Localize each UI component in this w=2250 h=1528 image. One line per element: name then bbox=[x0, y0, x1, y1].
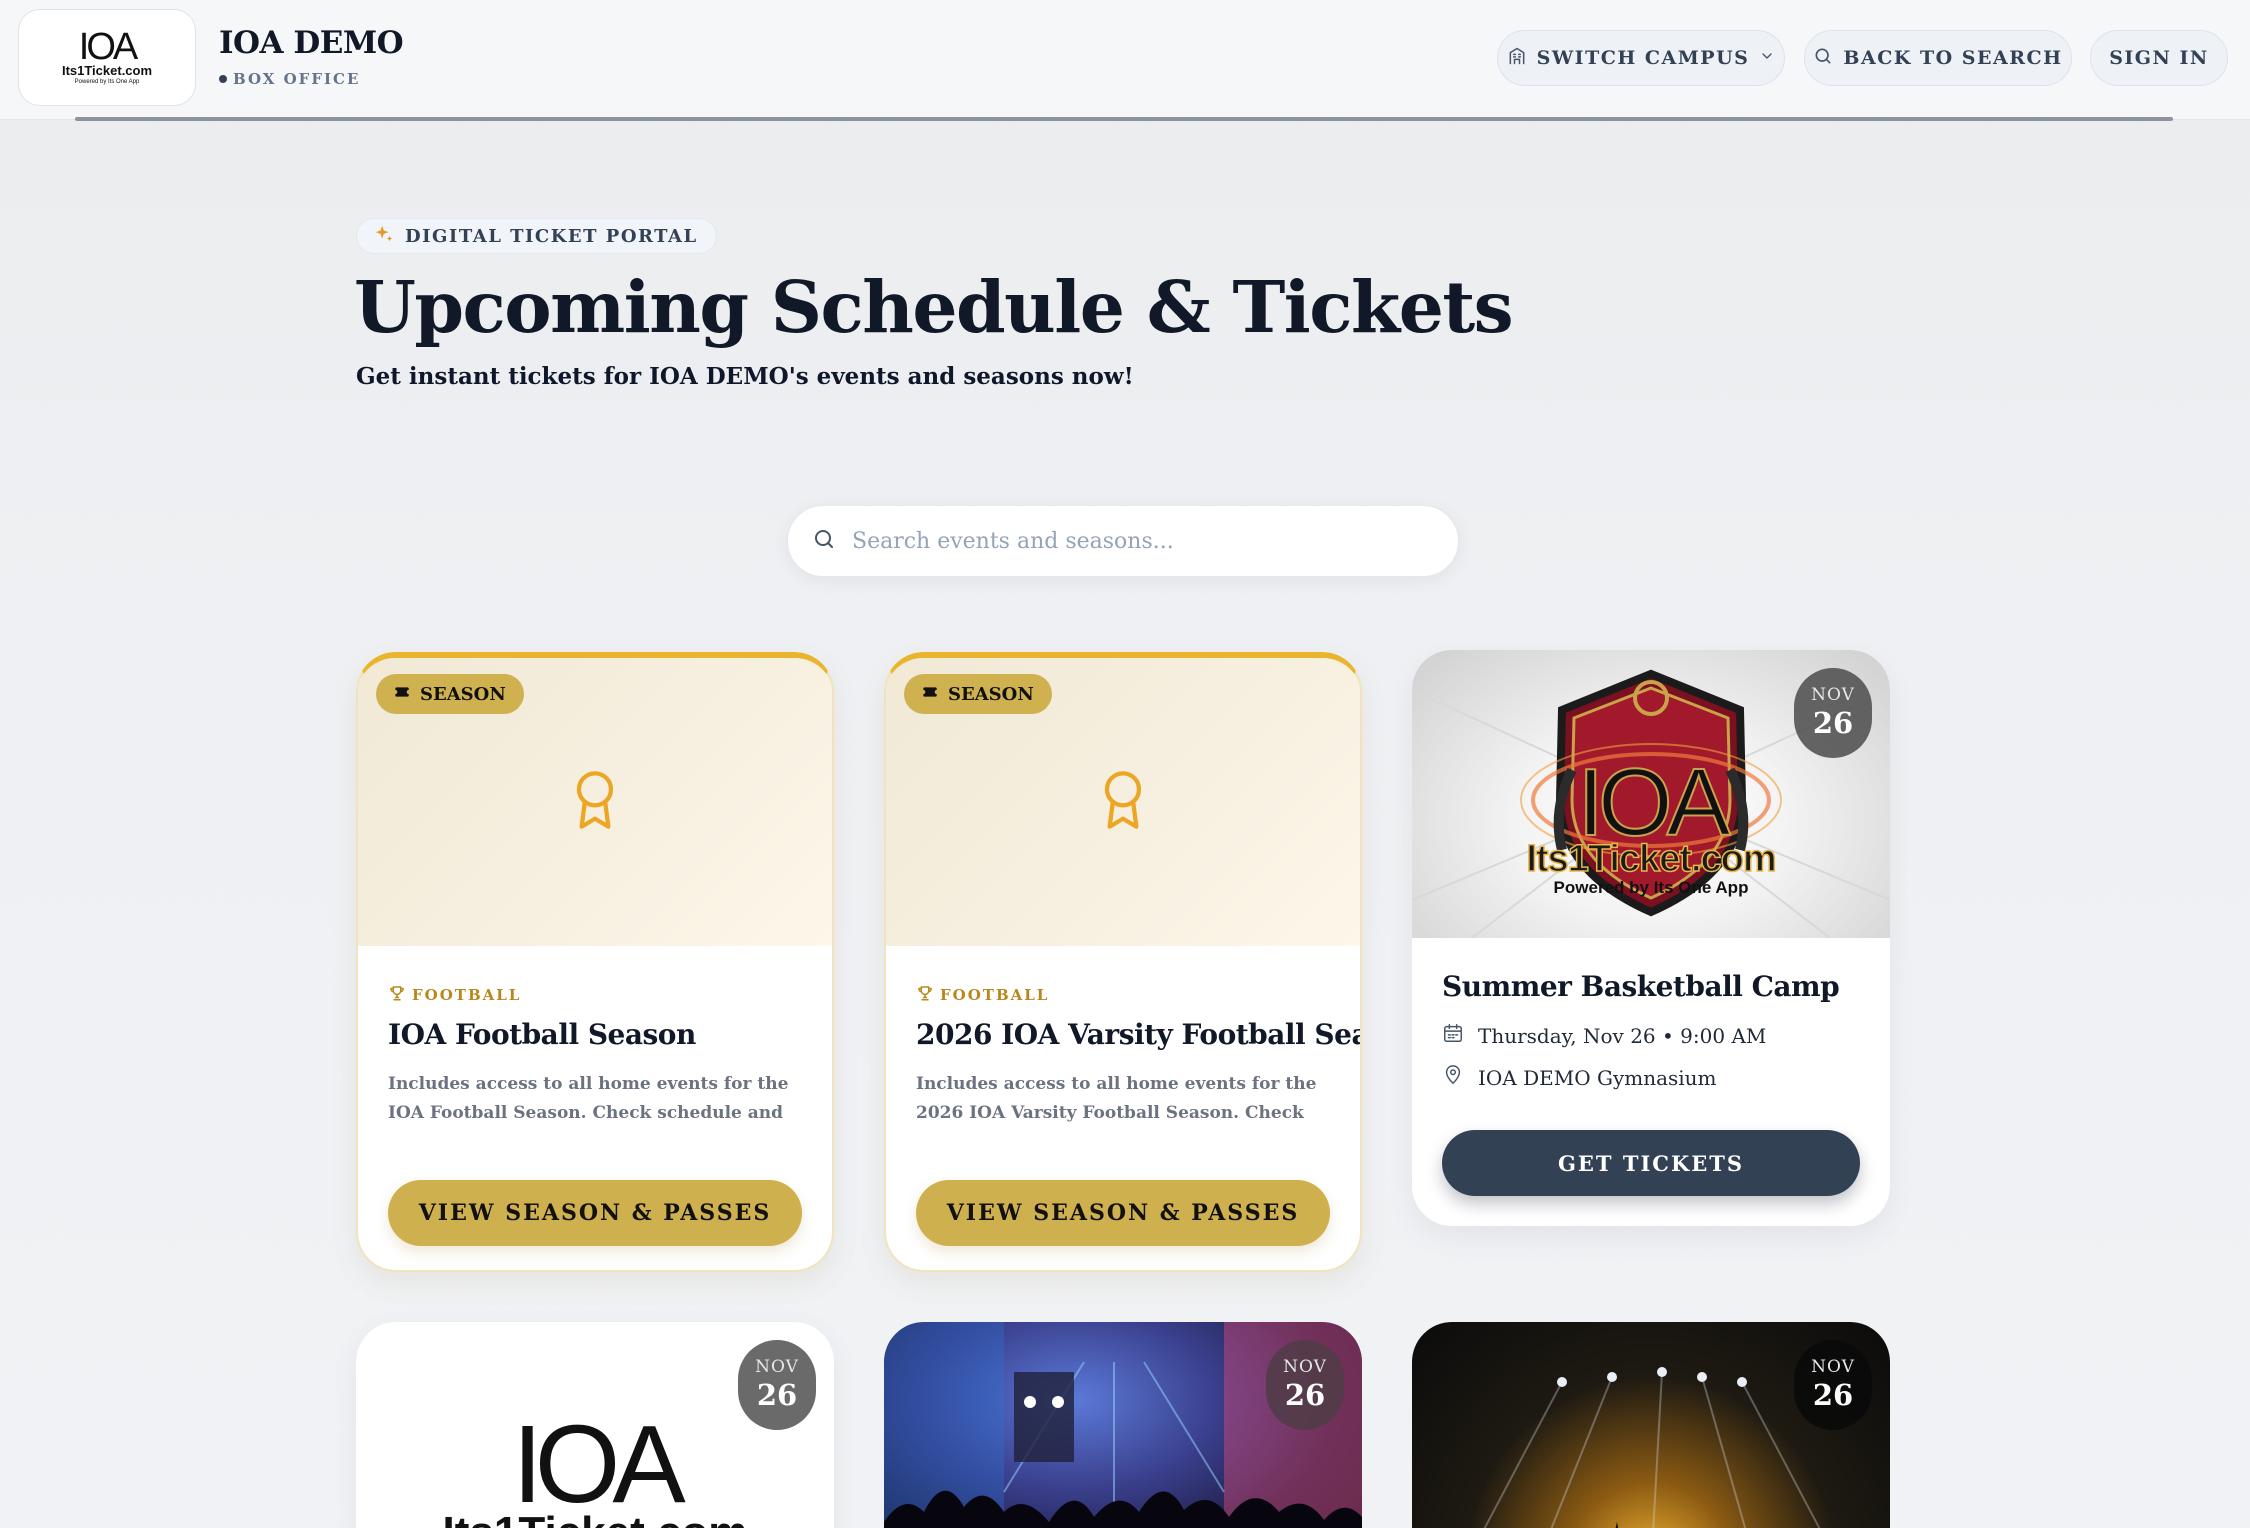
event-card[interactable]: NOV 26 bbox=[884, 1322, 1362, 1528]
crest-logo-tagline: Powered by Its One App bbox=[1553, 878, 1749, 897]
ticket-icon bbox=[920, 684, 940, 705]
season-category: FOOTBALL bbox=[388, 984, 521, 1006]
building-icon bbox=[1507, 46, 1527, 71]
view-season-button[interactable]: VIEW SEASON & PASSES bbox=[916, 1180, 1330, 1246]
season-badge: SEASON bbox=[904, 674, 1052, 714]
event-card[interactable]: IOA Its1Ticket.com Powered by Its One Ap… bbox=[1412, 650, 1890, 1226]
date-month: NOV bbox=[755, 1357, 799, 1377]
logo-url: Its1Ticket.com bbox=[61, 62, 153, 78]
event-location: IOA DEMO Gymnasium bbox=[1442, 1064, 1717, 1091]
event-datetime-text: Thursday, Nov 26 • 9:00 AM bbox=[1478, 1023, 1767, 1048]
season-media: SEASON bbox=[358, 658, 832, 946]
date-day: 26 bbox=[756, 1378, 798, 1412]
get-tickets-button[interactable]: GET TICKETS bbox=[1442, 1130, 1860, 1196]
date-badge: NOV 26 bbox=[1266, 1340, 1344, 1430]
date-day: 26 bbox=[1284, 1378, 1326, 1412]
date-day: 26 bbox=[1812, 706, 1854, 740]
portal-pill-label: DIGITAL TICKET PORTAL bbox=[405, 225, 698, 247]
back-to-search-label: BACK TO SEARCH bbox=[1843, 47, 2063, 69]
date-month: NOV bbox=[1283, 1357, 1327, 1377]
season-media: SEASON bbox=[886, 658, 1360, 946]
season-card[interactable]: SEASON FOOTBALL 2026 IOA Varsity Footbal… bbox=[884, 652, 1362, 1272]
map-pin-icon bbox=[1442, 1064, 1464, 1091]
event-card[interactable]: NOV 26 bbox=[1412, 1322, 1890, 1528]
date-badge: NOV 26 bbox=[738, 1340, 816, 1430]
date-month: NOV bbox=[1811, 1357, 1855, 1377]
top-header: IOA Its1Ticket.com Powered by Its One Ap… bbox=[0, 0, 2250, 120]
logo-mark: IOA bbox=[78, 25, 138, 68]
season-badge-label: SEASON bbox=[948, 683, 1034, 705]
search-icon bbox=[812, 527, 836, 555]
season-badge: SEASON bbox=[376, 674, 524, 714]
status-dot bbox=[219, 75, 227, 83]
season-category: FOOTBALL bbox=[916, 984, 1049, 1006]
page-title: Upcoming Schedule & Tickets bbox=[354, 265, 1514, 349]
brand-title: IOA DEMO bbox=[219, 25, 404, 61]
crest-logo-url: Its1Ticket.com bbox=[1526, 837, 1778, 881]
award-ribbon-icon bbox=[563, 758, 627, 846]
switch-campus-label: SWITCH CAMPUS bbox=[1536, 47, 1750, 69]
sparkle-icon bbox=[373, 223, 395, 250]
page-subtitle: Get instant tickets for IOA DEMO's event… bbox=[356, 363, 1134, 390]
event-datetime: Thursday, Nov 26 • 9:00 AM bbox=[1442, 1022, 1766, 1049]
season-category-label: FOOTBALL bbox=[412, 986, 522, 1004]
season-description: Includes access to all home events for t… bbox=[388, 1074, 789, 1123]
trophy-icon bbox=[388, 984, 406, 1006]
trophy-icon bbox=[916, 984, 934, 1006]
season-category-label: FOOTBALL bbox=[940, 986, 1050, 1004]
search-icon bbox=[1813, 46, 1833, 71]
season-title: 2026 IOA Varsity Football Season bbox=[916, 1018, 1360, 1051]
view-season-button[interactable]: VIEW SEASON & PASSES bbox=[388, 1180, 802, 1246]
date-day: 26 bbox=[1812, 1378, 1854, 1412]
event-title: Summer Basketball Camp bbox=[1442, 970, 1840, 1003]
header-divider bbox=[75, 117, 2173, 121]
sign-in-label: SIGN IN bbox=[2109, 47, 2209, 69]
event-image: IOA Its1Ticket.com Powered by Its One Ap… bbox=[1412, 650, 1890, 938]
calendar-icon bbox=[1442, 1022, 1464, 1049]
portal-pill: DIGITAL TICKET PORTAL bbox=[356, 218, 717, 254]
event-location-text: IOA DEMO Gymnasium bbox=[1478, 1065, 1717, 1090]
crest-logo-mark: IOA bbox=[1576, 749, 1731, 856]
sign-in-button[interactable]: SIGN IN bbox=[2090, 30, 2228, 86]
season-description: Includes access to all home events for t… bbox=[916, 1074, 1317, 1123]
brand-subtitle: BOX OFFICE bbox=[219, 70, 360, 88]
ticket-icon bbox=[392, 684, 412, 705]
event-logo-url: Its1Ticket.com bbox=[356, 1508, 834, 1528]
date-badge: NOV 26 bbox=[1794, 1340, 1872, 1430]
event-card[interactable]: IOA Its1Ticket.com NOV 26 bbox=[356, 1322, 834, 1528]
logo-tagline: Powered by Its One App bbox=[74, 78, 140, 85]
search-input[interactable] bbox=[852, 528, 1412, 554]
season-card[interactable]: SEASON FOOTBALL IOA Football Season Incl… bbox=[356, 652, 834, 1272]
date-badge: NOV 26 bbox=[1794, 668, 1872, 758]
back-to-search-button[interactable]: BACK TO SEARCH bbox=[1804, 30, 2072, 86]
date-month: NOV bbox=[1811, 685, 1855, 705]
switch-campus-button[interactable]: SWITCH CAMPUS bbox=[1497, 30, 1785, 86]
award-ribbon-icon bbox=[1091, 758, 1155, 846]
search-bar bbox=[787, 505, 1459, 577]
brand-subtitle-text: BOX OFFICE bbox=[233, 70, 361, 88]
season-badge-label: SEASON bbox=[420, 683, 506, 705]
chevron-down-icon bbox=[1759, 47, 1775, 69]
site-logo[interactable]: IOA Its1Ticket.com Powered by Its One Ap… bbox=[18, 9, 196, 106]
season-title: IOA Football Season bbox=[388, 1018, 696, 1051]
